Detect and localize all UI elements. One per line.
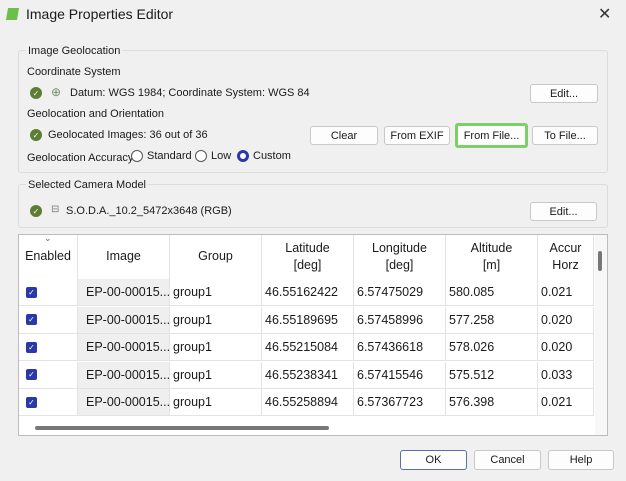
checkbox-checked-icon[interactable]: ✓ — [26, 369, 37, 380]
radio-icon — [131, 150, 143, 162]
acc-cell: 0.020 — [538, 306, 594, 334]
radio-label: Custom — [253, 150, 291, 162]
header-text: Longitude — [372, 240, 427, 255]
radio-icon — [195, 150, 207, 162]
image-cell: EP-00-00015... — [78, 334, 170, 361]
acc-cell: 0.033 — [538, 361, 594, 389]
image-geolocation-label: Image Geolocation — [26, 45, 123, 57]
lon-cell: 6.57436618 — [354, 334, 446, 361]
cancel-button[interactable]: Cancel — [474, 450, 541, 470]
column-header-group[interactable]: Group — [170, 235, 262, 279]
enabled-cell[interactable]: ✓ — [19, 334, 78, 361]
enabled-cell[interactable]: ✓ — [19, 279, 78, 306]
lon-cell: 6.57367723 — [354, 389, 446, 416]
check-icon: ✓ — [30, 129, 42, 141]
header-text: Accur — [549, 240, 582, 255]
geolocation-orientation-label: Geolocation and Orientation — [27, 108, 164, 120]
alt-cell: 576.398 — [446, 389, 538, 416]
group-cell: group1 — [170, 389, 262, 416]
check-icon: ✓ — [30, 205, 42, 217]
lon-cell: 6.57458996 — [354, 306, 446, 334]
vertical-scroll-thumb[interactable] — [598, 251, 602, 271]
header-text: Image — [106, 249, 141, 264]
group-cell: group1 — [170, 306, 262, 334]
header-text: Enabled — [25, 249, 71, 264]
header-text: Latitude — [285, 240, 330, 255]
header-text: [deg] — [293, 258, 322, 272]
coordinate-edit-button[interactable]: Edit... — [530, 84, 598, 103]
column-header-latitude[interactable]: Latitude [deg] — [262, 235, 354, 279]
lon-cell: 6.57475029 — [354, 279, 446, 306]
group-cell: group1 — [170, 334, 262, 361]
lon-cell: 6.57415546 — [354, 361, 446, 389]
lat-cell: 46.55162422 — [262, 279, 354, 306]
lat-cell: 46.55238341 — [262, 361, 354, 389]
coordinate-system-label: Coordinate System — [27, 66, 121, 78]
header-text: [deg] — [385, 258, 414, 272]
check-icon: ✓ — [30, 87, 42, 99]
enabled-cell[interactable]: ✓ — [19, 389, 78, 416]
horizontal-scrollbar[interactable] — [19, 420, 595, 435]
from-exif-button[interactable]: From EXIF — [384, 126, 450, 145]
images-table: Enabled Image Group Latitude [deg] Longitude [… — [18, 234, 608, 436]
column-header-image[interactable]: Image — [78, 235, 170, 279]
window-title: Image Properties Editor — [26, 6, 174, 22]
lat-cell: 46.55189695 — [262, 306, 354, 334]
camera-model-text: S.O.D.A._10.2_5472x3648 (RGB) — [66, 205, 232, 217]
checkbox-checked-icon[interactable]: ✓ — [26, 396, 37, 408]
alt-cell: 577.258 — [446, 306, 538, 334]
image-cell: EP-00-00015... — [78, 279, 170, 306]
column-header-longitude[interactable]: Longitude [deg] — [354, 235, 446, 279]
alt-cell: 578.026 — [446, 334, 538, 361]
header-text: Altitude — [470, 240, 513, 255]
checkbox-checked-icon[interactable]: ✓ — [26, 341, 37, 353]
accuracy-radio-standard[interactable]: Standard — [131, 150, 192, 162]
to-file-button[interactable]: To File... — [532, 126, 598, 145]
close-icon[interactable]: ✕ — [598, 4, 611, 24]
image-cell: EP-00-00015... — [78, 361, 170, 389]
header-text: Horz — [552, 258, 579, 272]
group-cell: group1 — [170, 361, 262, 389]
vertical-scrollbar[interactable] — [595, 235, 607, 435]
acc-cell: 0.021 — [538, 389, 594, 416]
column-header-accuracy-horz[interactable]: Accur Horz — [538, 235, 594, 279]
clear-button[interactable]: Clear — [310, 126, 378, 145]
sort-chevron-icon[interactable]: ⌄ — [44, 235, 52, 244]
ok-button[interactable]: OK — [400, 450, 467, 470]
alt-cell: 575.512 — [446, 361, 538, 389]
radio-selected-icon — [237, 150, 249, 162]
acc-cell: 0.021 — [538, 279, 594, 306]
checkbox-checked-icon[interactable]: ✓ — [26, 286, 37, 298]
geolocated-images-text: Geolocated Images: 36 out of 36 — [48, 129, 208, 141]
horizontal-scroll-thumb[interactable] — [35, 426, 329, 430]
radio-label: Standard — [147, 150, 192, 162]
header-text: [m] — [482, 258, 501, 272]
header-text: Group — [198, 249, 233, 264]
accuracy-label: Geolocation Accuracy: — [27, 152, 137, 164]
image-cell: EP-00-00015... — [78, 306, 170, 334]
image-cell: EP-00-00015... — [78, 389, 170, 416]
coordinate-system-text: Datum: WGS 1984; Coordinate System: WGS … — [70, 87, 310, 99]
lat-cell: 46.55215084 — [262, 334, 354, 361]
acc-cell: 0.020 — [538, 334, 594, 361]
group-cell: group1 — [170, 279, 262, 306]
camera-edit-button[interactable]: Edit... — [530, 202, 597, 221]
accuracy-radio-custom[interactable]: Custom — [237, 150, 291, 162]
globe-icon: ⊕ — [51, 85, 62, 99]
checkbox-checked-icon[interactable]: ✓ — [26, 314, 37, 325]
app-logo — [5, 8, 20, 20]
radio-label: Low — [211, 150, 232, 162]
accuracy-radio-low[interactable]: Low — [195, 150, 231, 162]
column-header-altitude[interactable]: Altitude [m] — [446, 235, 538, 279]
from-file-button[interactable]: From File... — [455, 123, 528, 148]
enabled-cell[interactable]: ✓ — [19, 361, 78, 389]
lat-cell: 46.55258894 — [262, 389, 354, 416]
alt-cell: 580.085 — [446, 279, 538, 306]
help-button[interactable]: Help — [548, 450, 614, 470]
camera-model-label: Selected Camera Model — [26, 179, 149, 191]
database-icon: ⊟ — [51, 204, 60, 215]
enabled-cell[interactable]: ✓ — [19, 306, 78, 334]
